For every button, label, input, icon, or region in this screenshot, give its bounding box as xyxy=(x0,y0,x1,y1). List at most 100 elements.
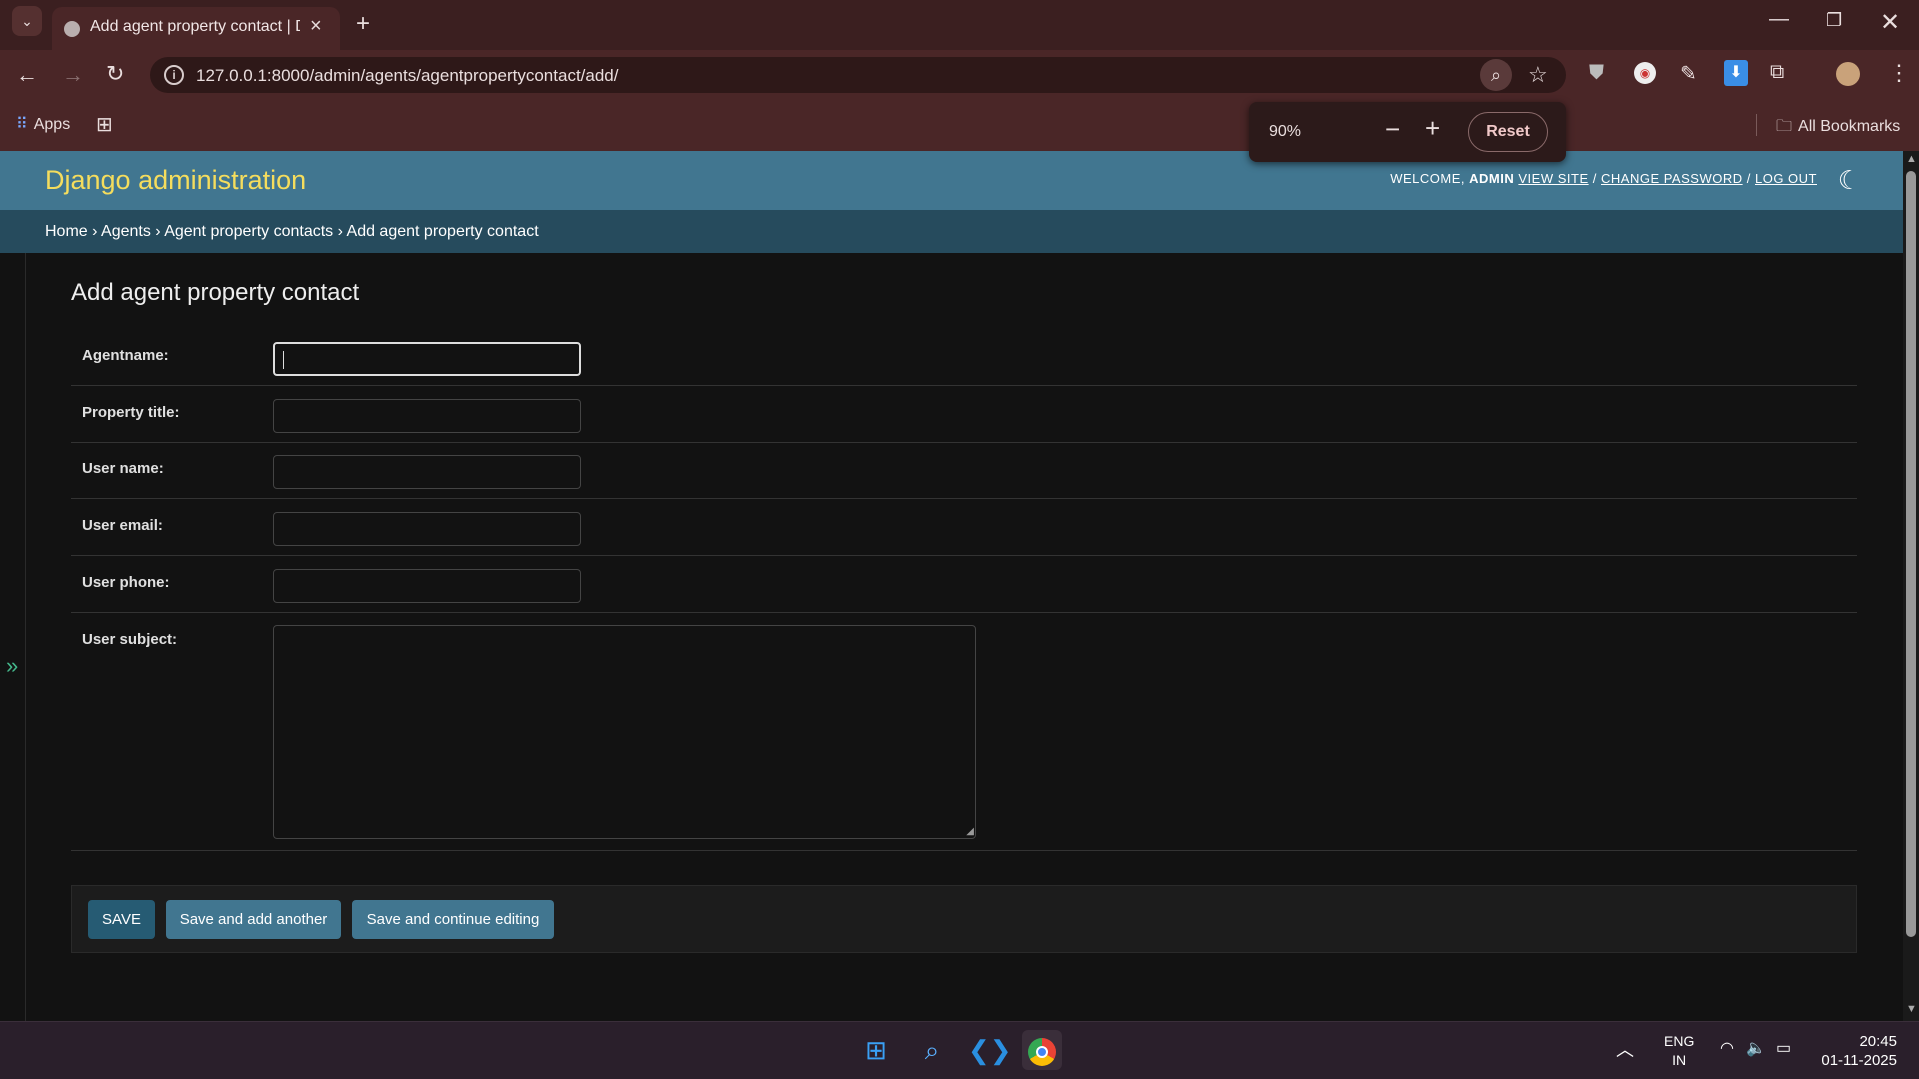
region-code: IN xyxy=(1672,1052,1687,1068)
tab-title: Add agent property contact | Dj xyxy=(90,18,300,35)
zoom-reset-button[interactable]: Reset xyxy=(1468,112,1548,152)
save-and-continue-button[interactable]: Save and continue editing xyxy=(352,900,554,939)
breadcrumb-agents[interactable]: Agents xyxy=(101,223,151,240)
scroll-up-arrow-icon[interactable]: ▲ xyxy=(1906,153,1917,165)
tab-search-chevron-icon[interactable]: ⌄ xyxy=(12,6,42,36)
browser-tab-active[interactable]: Add agent property contact | Dj × xyxy=(52,7,340,50)
user-name-label: User name: xyxy=(82,460,164,477)
all-bookmarks-button[interactable]: 🗀 All Bookmarks xyxy=(1776,115,1900,142)
language-indicator[interactable]: ENG IN xyxy=(1664,1032,1694,1070)
windows-taskbar: ⊞ ⌕ ❮❯ ︿ ENG IN ◠ 🔈 ▭ 20:45 01-11-2025 xyxy=(0,1021,1919,1079)
user-name-input[interactable] xyxy=(273,455,581,489)
log-out-link[interactable]: LOG OUT xyxy=(1755,171,1817,186)
pen-extension-icon[interactable]: ✎ xyxy=(1680,61,1697,86)
user-phone-input[interactable] xyxy=(273,569,581,603)
user-email-label: User email: xyxy=(82,517,163,534)
zoom-level: 90% xyxy=(1269,123,1302,140)
breadcrumb-sep: › xyxy=(92,223,98,240)
chrome-icon[interactable] xyxy=(1022,1030,1062,1070)
zoom-out-minus-icon[interactable]: − xyxy=(1385,114,1400,145)
clock-date: 01-11-2025 xyxy=(1821,1052,1897,1069)
tab-groups-icon[interactable]: ⊞ xyxy=(96,112,113,137)
expand-sidebar-icon[interactable]: » xyxy=(6,653,18,679)
new-tab-plus-icon[interactable]: + xyxy=(356,10,370,38)
reload-icon[interactable]: ↻ xyxy=(106,61,124,87)
address-url: 127.0.0.1:8000/admin/agents/agentpropert… xyxy=(196,66,619,85)
breadcrumb-sep: › xyxy=(155,223,161,240)
tab-close-icon[interactable]: × xyxy=(310,15,322,38)
windows-start-icon[interactable]: ⊞ xyxy=(856,1030,896,1070)
nav-sidebar-toggle[interactable]: » xyxy=(0,253,26,1021)
user-subject-textarea[interactable]: ◢ xyxy=(273,625,976,839)
breadcrumb-sep: › xyxy=(337,223,343,240)
form-row-user-subject: User subject: ◢ xyxy=(71,613,1857,851)
form-row-user-phone: User phone: xyxy=(71,556,1857,613)
agentname-label: Agentname: xyxy=(82,347,169,364)
search-icon[interactable]: ⌕ xyxy=(912,1030,952,1070)
save-and-add-another-button[interactable]: Save and add another xyxy=(166,900,341,939)
vscode-icon[interactable]: ❮❯ xyxy=(968,1030,1012,1070)
bookmarks-divider xyxy=(1756,114,1757,136)
submit-row: SAVE Save and add another Save and conti… xyxy=(71,885,1857,953)
form-row-user-name: User name: xyxy=(71,443,1857,499)
breadcrumb: Home › Agents › Agent property contacts … xyxy=(0,210,1903,253)
bookmarks-bar: ⠿ Apps ⊞ 🗀 All Bookmarks xyxy=(0,100,1919,151)
extensions-puzzle-icon[interactable]: ⧉ xyxy=(1770,61,1784,84)
globe-icon xyxy=(64,21,80,37)
zoom-magnifier-icon[interactable]: ⌕ xyxy=(1480,59,1512,91)
form-row-agentname: Agentname: xyxy=(71,329,1857,386)
page-scrollbar[interactable]: ▲ ▼ xyxy=(1903,151,1919,1021)
clock-time: 20:45 xyxy=(1859,1033,1897,1050)
breadcrumb-current: Add agent property contact xyxy=(346,223,539,240)
address-bar[interactable]: i 127.0.0.1:8000/admin/agents/agentprope… xyxy=(150,57,1566,93)
property-title-input[interactable] xyxy=(273,399,581,433)
separator: / xyxy=(1746,171,1751,186)
forward-arrow-icon[interactable]: → xyxy=(62,62,84,88)
taskbar-clock[interactable]: 20:45 01-11-2025 xyxy=(1821,1032,1897,1070)
tray-overflow-chevron-icon[interactable]: ︿ xyxy=(1616,1036,1634,1062)
browser-toolbar: ← → ↻ i 127.0.0.1:8000/admin/agents/agen… xyxy=(0,50,1919,100)
text-caret xyxy=(283,351,284,369)
restore-icon[interactable]: ❐ xyxy=(1826,10,1842,31)
form-row-property-title: Property title: xyxy=(71,386,1857,443)
zoom-in-plus-icon[interactable]: + xyxy=(1425,113,1440,144)
download-icon[interactable]: ⬇ xyxy=(1724,60,1748,86)
theme-toggle-moon-icon[interactable]: ☾ xyxy=(1838,165,1861,196)
django-header: Django administration WELCOME, ADMIN VIE… xyxy=(0,151,1903,210)
apps-bookmark[interactable]: ⠿ Apps xyxy=(16,114,70,134)
profile-avatar[interactable] xyxy=(1836,62,1860,86)
site-info-icon[interactable]: i xyxy=(164,65,184,85)
user-phone-label: User phone: xyxy=(82,574,170,591)
username: ADMIN xyxy=(1469,171,1515,186)
zoom-popup: 90% − + Reset xyxy=(1249,102,1566,162)
scrollbar-thumb[interactable] xyxy=(1906,171,1916,937)
resize-grip-icon[interactable]: ◢ xyxy=(966,826,974,837)
property-title-label: Property title: xyxy=(82,404,180,421)
bookmark-star-icon[interactable]: ☆ xyxy=(1528,62,1548,88)
site-brand[interactable]: Django administration xyxy=(45,165,306,196)
agentname-input[interactable] xyxy=(273,342,581,376)
separator: / xyxy=(1592,171,1597,186)
wifi-icon[interactable]: ◠ xyxy=(1720,1038,1734,1058)
user-tools: WELCOME, ADMIN VIEW SITE / CHANGE PASSWO… xyxy=(1390,171,1817,186)
breadcrumb-home[interactable]: Home xyxy=(45,223,88,240)
breadcrumb-model[interactable]: Agent property contacts xyxy=(164,223,333,240)
user-email-input[interactable] xyxy=(273,512,581,546)
back-arrow-icon[interactable]: ← xyxy=(16,62,38,88)
window-close-icon[interactable]: ✕ xyxy=(1880,8,1900,37)
all-bookmarks-label: All Bookmarks xyxy=(1798,118,1901,135)
volume-icon[interactable]: 🔈 xyxy=(1746,1038,1766,1058)
change-password-link[interactable]: CHANGE PASSWORD xyxy=(1601,171,1743,186)
browser-title-bar: ⌄ Add agent property contact | Dj × + — … xyxy=(0,0,1919,50)
minimize-icon[interactable]: — xyxy=(1769,8,1789,31)
extension-badge-icon[interactable]: ◉ xyxy=(1634,62,1656,84)
shield-extension-icon[interactable]: ⛊ xyxy=(1589,62,1604,85)
view-site-link[interactable]: VIEW SITE xyxy=(1518,171,1588,186)
save-button[interactable]: SAVE xyxy=(88,900,155,939)
folder-icon: 🗀 xyxy=(1776,118,1793,135)
welcome-text: WELCOME, xyxy=(1390,171,1466,186)
form-row-user-email: User email: xyxy=(71,499,1857,556)
browser-menu-icon[interactable]: ⋮ xyxy=(1888,60,1910,86)
battery-icon[interactable]: ▭ xyxy=(1776,1038,1791,1058)
scroll-down-arrow-icon[interactable]: ▼ xyxy=(1906,1003,1917,1015)
